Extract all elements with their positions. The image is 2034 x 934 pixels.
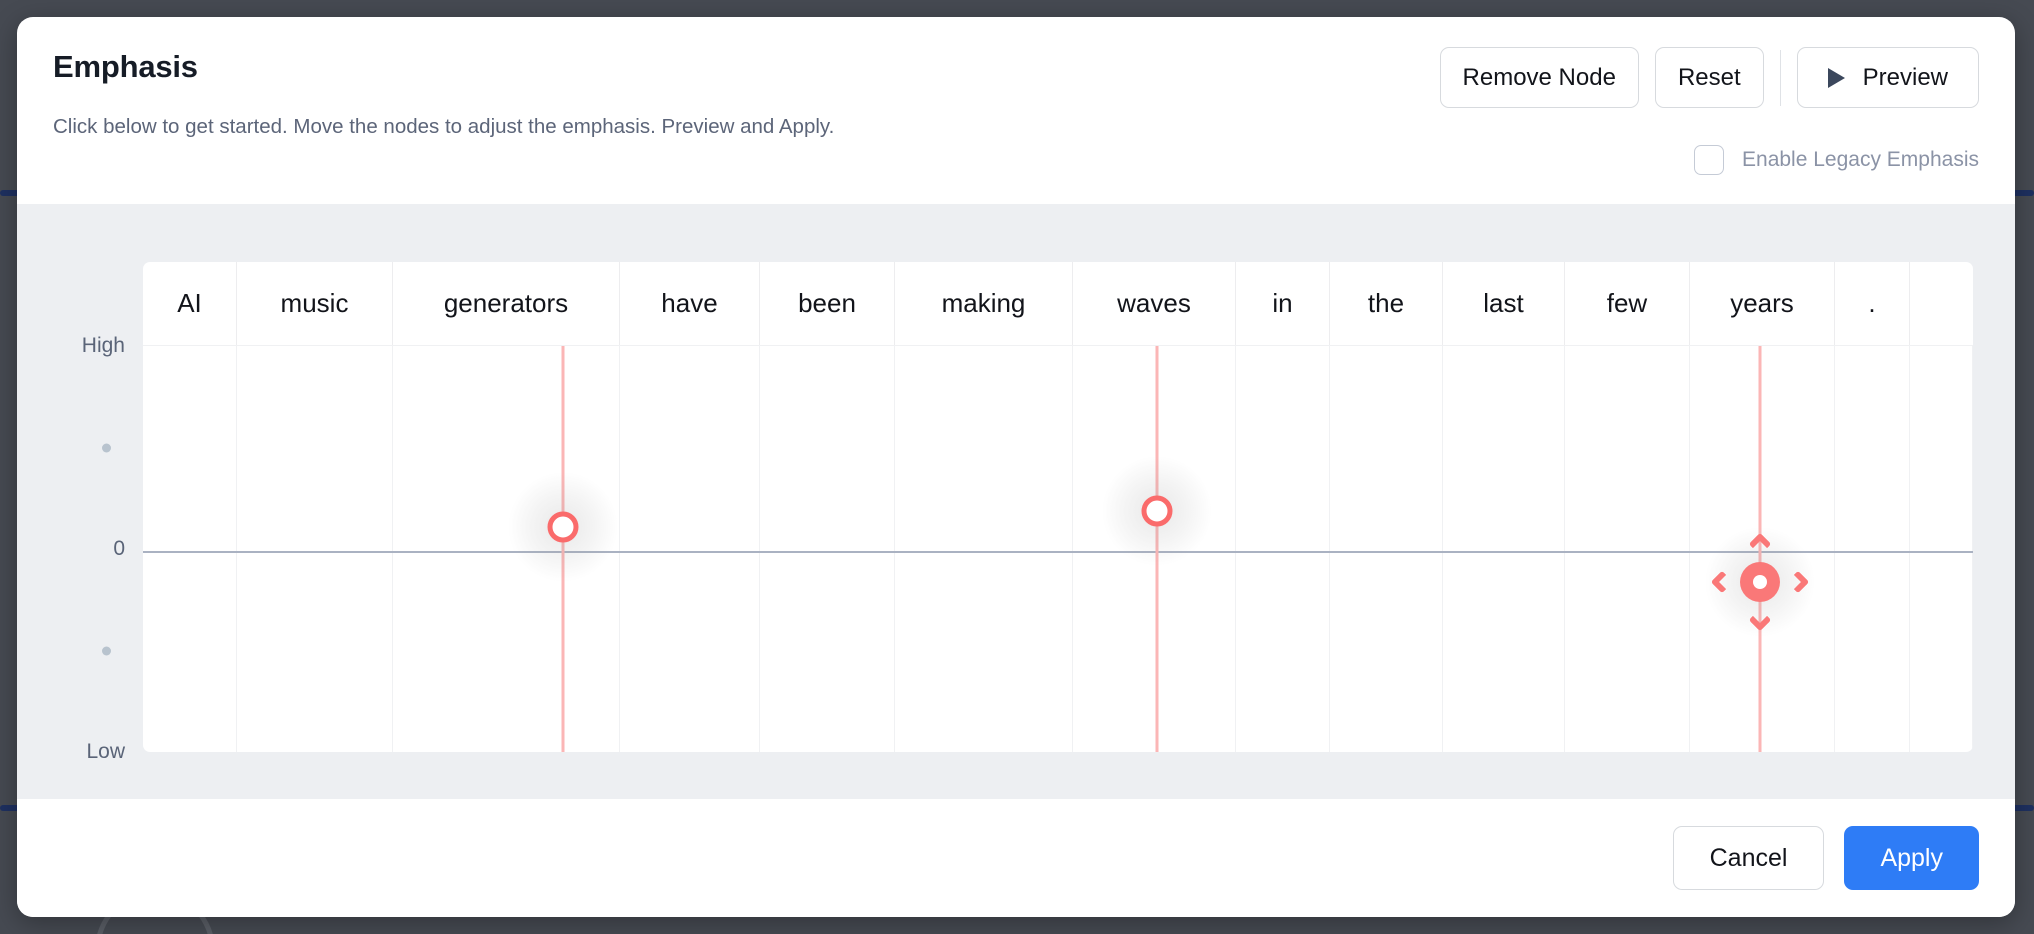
emphasis-column[interactable] — [1236, 346, 1330, 752]
legacy-emphasis-row: Enable Legacy Emphasis — [1694, 145, 1979, 175]
preview-button-label: Preview — [1862, 63, 1948, 91]
preview-button[interactable]: Preview — [1796, 47, 1979, 108]
reset-button[interactable]: Reset — [1654, 47, 1764, 108]
word-cell[interactable]: music — [237, 262, 393, 345]
enable-legacy-emphasis-label[interactable]: Enable Legacy Emphasis — [1742, 148, 1979, 172]
y-axis-tick-dot — [102, 646, 111, 655]
emphasis-column[interactable] — [895, 346, 1073, 752]
enable-legacy-emphasis-checkbox[interactable] — [1694, 145, 1725, 175]
emphasis-column[interactable] — [1565, 346, 1690, 752]
word-cell[interactable]: generators — [393, 262, 620, 345]
toolbar-divider — [1779, 49, 1781, 106]
node-handle[interactable] — [1740, 561, 1780, 602]
dialog-subtitle: Click below to get started. Move the nod… — [53, 115, 835, 138]
header-toolbar: Remove Node Reset Preview — [1439, 47, 1979, 108]
word-cell[interactable]: few — [1565, 262, 1690, 345]
word-label: music — [280, 288, 349, 318]
word-label: AI — [177, 288, 202, 318]
dialog-footer: Cancel Apply — [17, 799, 2015, 917]
emphasis-chart-panel: High 0 Low AI music generators have been making… — [17, 204, 2015, 799]
word-cell[interactable]: been — [760, 262, 895, 345]
emphasis-column[interactable] — [1443, 346, 1565, 752]
word-label: generators — [443, 288, 569, 318]
apply-button[interactable]: Apply — [1844, 826, 1979, 890]
y-axis: High 0 Low — [17, 334, 143, 763]
word-label: years — [1730, 288, 1794, 318]
y-axis-tick-label: 0 — [113, 537, 125, 560]
dialog-header: Emphasis Click below to get started. Mov… — [17, 17, 2015, 204]
word-label: making — [941, 288, 1026, 318]
word-cell[interactable]: in — [1236, 262, 1330, 345]
emphasis-column[interactable] — [1330, 346, 1443, 752]
emphasis-column[interactable] — [393, 346, 620, 752]
word-label: the — [1367, 288, 1405, 318]
emphasis-column[interactable] — [760, 346, 895, 752]
y-axis-tick-label: Low — [86, 740, 125, 763]
word-label: few — [1606, 288, 1648, 318]
y-axis-tick-label: High — [81, 334, 125, 357]
word-label: waves — [1117, 288, 1191, 318]
word-label: . — [1868, 288, 1876, 318]
word-cell[interactable]: AI — [143, 262, 237, 345]
word-cell[interactable]: years — [1690, 262, 1835, 345]
emphasis-column[interactable] — [237, 346, 393, 752]
node-track — [1155, 346, 1159, 752]
word-cell[interactable]: last — [1443, 262, 1565, 345]
emphasis-chart: High 0 Low AI music generators have been making… — [17, 204, 2015, 799]
word-label: been — [798, 288, 856, 318]
cancel-button[interactable]: Cancel — [1672, 826, 1825, 890]
node-handle[interactable] — [547, 511, 579, 543]
word-header-row: AI music generators have been making waves in th… — [143, 262, 1973, 346]
word-label: last — [1483, 288, 1524, 318]
word-label: have — [661, 288, 718, 318]
word-cell[interactable]: . — [1835, 262, 1910, 345]
word-cell[interactable]: the — [1330, 262, 1443, 345]
node-handle[interactable] — [1141, 495, 1173, 527]
node-track — [561, 346, 565, 752]
emphasis-column[interactable] — [1910, 346, 1973, 752]
play-icon — [1827, 67, 1845, 88]
y-axis-tick-dot — [102, 443, 111, 452]
word-cell[interactable]: have — [620, 262, 760, 345]
word-cell[interactable] — [1910, 262, 1973, 345]
emphasis-column[interactable] — [1073, 346, 1236, 752]
word-grid[interactable]: AI music generators have been making waves in th… — [143, 262, 1973, 752]
word-label: in — [1272, 288, 1293, 318]
word-cell[interactable]: making — [895, 262, 1073, 345]
word-cell[interactable]: waves — [1073, 262, 1236, 345]
emphasis-column[interactable] — [620, 346, 760, 752]
emphasis-dialog: Emphasis Click below to get started. Mov… — [17, 17, 2015, 917]
emphasis-plot-area[interactable] — [143, 346, 1973, 752]
emphasis-column[interactable] — [143, 346, 237, 752]
remove-node-button[interactable]: Remove Node — [1439, 47, 1639, 108]
emphasis-column[interactable] — [1835, 346, 1910, 752]
